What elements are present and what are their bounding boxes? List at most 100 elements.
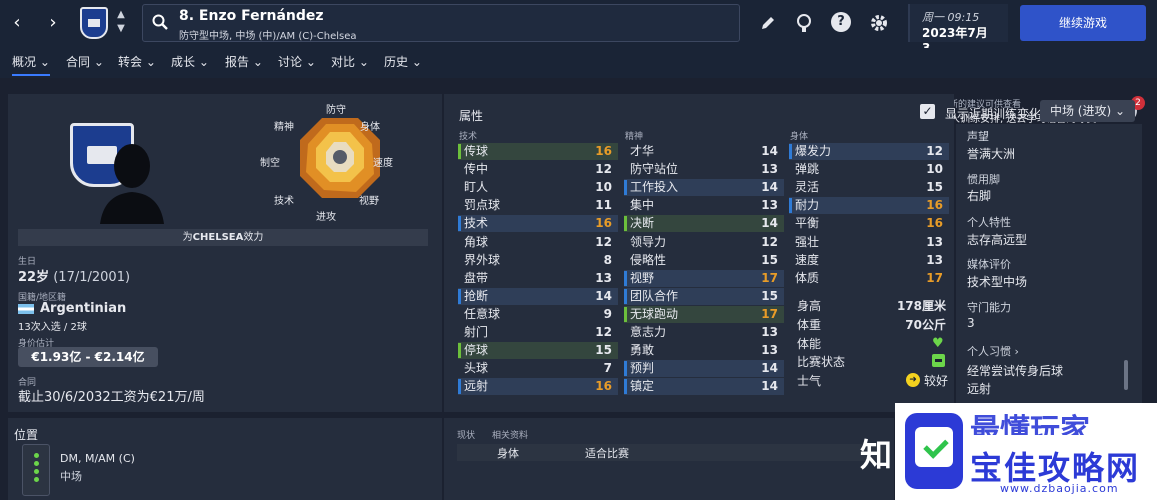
club-crest-icon[interactable] bbox=[80, 7, 108, 39]
attribute-value: 10 bbox=[595, 180, 612, 195]
attribute-row[interactable]: 头球 7 bbox=[458, 360, 618, 377]
attribute-row[interactable]: 侵略性 15 bbox=[624, 252, 784, 269]
forward-arrow-icon[interactable]: › bbox=[40, 10, 66, 36]
attribute-row[interactable]: 技术 16 bbox=[458, 215, 618, 233]
value-estimate[interactable]: €1.93亿 - €2.14亿 bbox=[18, 347, 158, 367]
tab-discuss[interactable]: 讨论 ⌄ bbox=[278, 53, 316, 70]
attribute-row[interactable]: 界外球 8 bbox=[458, 252, 618, 269]
show-training-checkbox[interactable]: ✓ bbox=[920, 104, 935, 119]
weight-value: 70公斤 bbox=[905, 318, 946, 332]
position-role-select[interactable]: 中场 (进攻) ⌄ bbox=[1040, 100, 1135, 122]
media-value: 技术型中场 bbox=[967, 275, 1028, 289]
attribute-row[interactable]: 工作投入 14 bbox=[624, 179, 784, 197]
attribute-row[interactable]: 传中 12 bbox=[458, 161, 618, 178]
back-arrow-icon[interactable]: ‹ bbox=[4, 10, 30, 36]
attribute-row[interactable]: 镇定 14 bbox=[624, 378, 784, 396]
attribute-name: 强壮 bbox=[795, 234, 820, 249]
mental-header: 精神 bbox=[625, 132, 644, 142]
attribute-row[interactable]: 弹跳 10 bbox=[789, 161, 949, 178]
continue-button[interactable]: 继续游戏 bbox=[1020, 5, 1146, 41]
attribute-row[interactable]: 预判 14 bbox=[624, 360, 784, 378]
tab-compare[interactable]: 对比 ⌄ bbox=[331, 53, 369, 70]
birth-date: (17/1/2001) bbox=[53, 270, 131, 285]
position-title: 位置 bbox=[14, 428, 39, 442]
info-scrollbar[interactable] bbox=[1124, 360, 1128, 390]
attribute-row[interactable]: 防守站位 13 bbox=[624, 161, 784, 178]
attribute-name: 视野 bbox=[630, 270, 655, 285]
attribute-row[interactable]: 射门 12 bbox=[458, 324, 618, 341]
technical-header: 技术 bbox=[459, 132, 478, 142]
watermark-char: 知 bbox=[860, 436, 893, 474]
habits-label[interactable]: 个人习惯 › bbox=[967, 343, 1019, 359]
attribute-row[interactable]: 领导力 12 bbox=[624, 234, 784, 251]
highlight-marker bbox=[789, 144, 792, 159]
attribute-row[interactable]: 视野 17 bbox=[624, 269, 784, 287]
habit-item: 经常尝试传身后球 bbox=[967, 364, 1064, 378]
attribute-row[interactable]: 无球跑动 17 bbox=[624, 305, 784, 323]
attribute-row[interactable]: 角球 12 bbox=[458, 234, 618, 251]
attribute-row[interactable]: 决断 14 bbox=[624, 215, 784, 233]
plays-for-club[interactable]: CHELSEA bbox=[193, 232, 244, 243]
attribute-row[interactable]: 耐力 16 bbox=[789, 197, 949, 215]
tab-history[interactable]: 历史 ⌄ bbox=[384, 53, 422, 70]
attribute-row[interactable]: 任意球 9 bbox=[458, 306, 618, 323]
attribute-row[interactable]: 远射 16 bbox=[458, 378, 618, 396]
attribute-row[interactable]: 抢断 14 bbox=[458, 287, 618, 305]
tab-contract[interactable]: 合同 ⌄ bbox=[66, 53, 104, 70]
attribute-value: 17 bbox=[761, 270, 778, 285]
attribute-name: 勇敢 bbox=[630, 343, 655, 358]
tab-reports[interactable]: 报告 ⌄ bbox=[225, 53, 263, 70]
attribute-row[interactable]: 盯人 10 bbox=[458, 179, 618, 196]
attribute-row[interactable]: 勇敢 13 bbox=[624, 342, 784, 359]
attribute-name: 射门 bbox=[464, 325, 489, 339]
attribute-name: 团队合作 bbox=[630, 288, 679, 303]
highlight-marker bbox=[789, 198, 792, 214]
attribute-name: 侵略性 bbox=[630, 252, 667, 267]
attribute-value: 8 bbox=[603, 252, 612, 267]
attribute-row[interactable]: 速度 13 bbox=[789, 252, 949, 269]
contract-value[interactable]: 截止30/6/2032工资为€21万/周 bbox=[18, 386, 205, 405]
attribute-row[interactable]: 平衡 16 bbox=[789, 215, 949, 232]
tab-development[interactable]: 成长 ⌄ bbox=[171, 53, 209, 70]
attribute-row[interactable]: 罚点球 11 bbox=[458, 197, 618, 214]
tab-overview[interactable]: 概况 ⌄ bbox=[12, 53, 50, 76]
attribute-name: 爆发力 bbox=[795, 144, 832, 158]
search-icon[interactable] bbox=[152, 14, 168, 30]
attribute-row[interactable]: 团队合作 15 bbox=[624, 287, 784, 305]
plays-for-prefix: 为 bbox=[182, 232, 193, 243]
tab-label: 成长 bbox=[171, 55, 196, 69]
tab-transfer[interactable]: 转会 ⌄ bbox=[118, 53, 156, 70]
attribute-row[interactable]: 爆发力 12 bbox=[789, 143, 949, 160]
status-body: 身体 bbox=[497, 447, 519, 460]
attribute-name: 集中 bbox=[630, 198, 655, 213]
attribute-row[interactable]: 意志力 13 bbox=[624, 324, 784, 341]
edit-pencil-icon[interactable] bbox=[757, 12, 779, 34]
foot-value: 右脚 bbox=[967, 189, 992, 203]
attribute-name: 体质 bbox=[795, 270, 820, 285]
attribute-value: 16 bbox=[926, 216, 943, 231]
attribute-name: 界外球 bbox=[464, 252, 501, 267]
gear-icon[interactable] bbox=[868, 12, 890, 34]
attribute-row[interactable]: 集中 13 bbox=[624, 197, 784, 214]
attribute-row[interactable]: 盘带 13 bbox=[458, 270, 618, 287]
nationality[interactable]: Argentinian bbox=[18, 301, 126, 316]
attribute-name: 耐力 bbox=[795, 198, 820, 213]
attribute-row[interactable]: 传球 16 bbox=[458, 143, 618, 160]
attribute-value: 15 bbox=[761, 252, 778, 267]
attribute-row[interactable]: 停球 15 bbox=[458, 342, 618, 360]
player-switcher-icon[interactable]: ▲ ▼ bbox=[114, 8, 128, 36]
player-header-box[interactable]: 8. Enzo Fernández 防守型中场, 中场 (中)/AM (C)-C… bbox=[142, 4, 740, 42]
attribute-name: 抢断 bbox=[464, 288, 489, 303]
attribute-value: 12 bbox=[926, 144, 943, 158]
attribute-row[interactable]: 才华 14 bbox=[624, 143, 784, 160]
attribute-row[interactable]: 灵活 15 bbox=[789, 179, 949, 196]
scout-icon[interactable] bbox=[793, 12, 815, 34]
attribute-row[interactable]: 体质 17 bbox=[789, 270, 949, 287]
position-pitch-icon[interactable] bbox=[22, 444, 50, 496]
highlight-marker bbox=[624, 379, 627, 395]
attribute-row[interactable]: 强壮 13 bbox=[789, 234, 949, 251]
attribute-name: 远射 bbox=[464, 379, 489, 394]
help-icon[interactable]: ? bbox=[831, 12, 851, 32]
positions-value: DM, M/AM (C) bbox=[60, 452, 135, 465]
attribute-value: 13 bbox=[761, 343, 778, 358]
